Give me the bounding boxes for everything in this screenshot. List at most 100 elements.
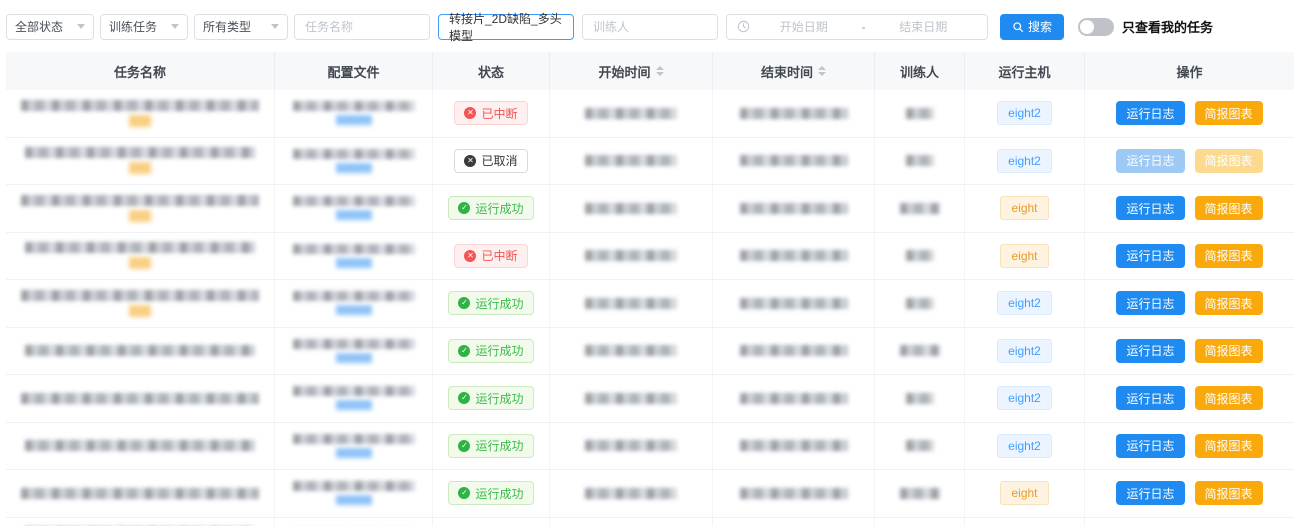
redacted-trainer bbox=[906, 108, 934, 119]
date-range-separator: - bbox=[858, 20, 870, 34]
redacted-task-name bbox=[21, 488, 259, 499]
redacted-task-name bbox=[21, 290, 259, 301]
config-file-cell bbox=[275, 375, 433, 422]
host-cell: eight bbox=[965, 470, 1085, 517]
model-name-input[interactable]: 转接片_2D缺陷_多头模型 bbox=[438, 14, 574, 40]
run-log-button[interactable]: 运行日志 bbox=[1116, 386, 1184, 410]
host-cell: eight2 bbox=[965, 138, 1085, 185]
task-name-input[interactable]: 任务名称 bbox=[294, 14, 430, 40]
column-header-actions: 操作 bbox=[1085, 52, 1294, 90]
table-row: ✓ 运行成功 eight2 运行日志 简报图表 bbox=[6, 375, 1294, 423]
redacted-config-link[interactable] bbox=[336, 305, 372, 315]
redacted-config-link[interactable] bbox=[336, 400, 372, 410]
status-select[interactable]: 全部状态 bbox=[6, 14, 94, 40]
redacted-task-name bbox=[25, 147, 255, 158]
run-log-button[interactable]: 运行日志 bbox=[1116, 339, 1184, 363]
host-tag: eight2 bbox=[997, 149, 1052, 173]
run-log-button[interactable]: 运行日志 bbox=[1116, 481, 1184, 505]
task-name-cell bbox=[6, 375, 275, 422]
status-cell: ✓ 运行成功 bbox=[433, 280, 550, 327]
chevron-down-icon bbox=[171, 24, 179, 29]
report-chart-button[interactable]: 简报图表 bbox=[1195, 244, 1263, 268]
task-type-select[interactable]: 训练任务 bbox=[100, 14, 188, 40]
report-chart-button[interactable]: 简报图表 bbox=[1195, 101, 1263, 125]
redacted-task-name bbox=[21, 393, 259, 404]
column-label: 结束时间 bbox=[761, 62, 813, 81]
task-name-cell bbox=[6, 423, 275, 470]
redacted-end-time bbox=[740, 250, 848, 261]
status-icon: ✕ bbox=[464, 250, 476, 262]
start-time-cell bbox=[550, 185, 713, 232]
redacted-task-tag bbox=[129, 115, 151, 127]
sort-icon[interactable] bbox=[818, 66, 826, 76]
column-label: 配置文件 bbox=[327, 62, 379, 81]
redacted-config-link[interactable] bbox=[336, 163, 372, 173]
run-log-button[interactable]: 运行日志 bbox=[1116, 244, 1184, 268]
end-time-cell bbox=[713, 328, 875, 375]
column-header-end-time[interactable]: 结束时间 bbox=[713, 52, 875, 90]
column-header-start-time[interactable]: 开始时间 bbox=[550, 52, 713, 90]
start-time-cell bbox=[550, 233, 713, 280]
trainer-cell bbox=[875, 518, 965, 526]
run-log-button[interactable]: 运行日志 bbox=[1116, 149, 1184, 173]
search-button[interactable]: 搜索 bbox=[1000, 14, 1064, 40]
status-icon: ✓ bbox=[458, 345, 470, 357]
redacted-end-time bbox=[740, 345, 848, 356]
report-chart-button[interactable]: 简报图表 bbox=[1195, 434, 1263, 458]
trainer-input[interactable]: 训练人 bbox=[582, 14, 718, 40]
redacted-end-time bbox=[740, 393, 848, 404]
status-label: 运行成功 bbox=[475, 342, 523, 359]
category-select[interactable]: 所有类型 bbox=[194, 14, 288, 40]
config-file-cell bbox=[275, 328, 433, 375]
report-chart-button[interactable]: 简报图表 bbox=[1195, 196, 1263, 220]
run-log-button[interactable]: 运行日志 bbox=[1116, 434, 1184, 458]
host-cell: eight2 bbox=[965, 423, 1085, 470]
end-time-cell bbox=[713, 233, 875, 280]
date-start-placeholder: 开始日期 bbox=[750, 18, 858, 35]
redacted-config-link[interactable] bbox=[336, 448, 372, 458]
run-log-button[interactable]: 运行日志 bbox=[1116, 196, 1184, 220]
redacted-config-link[interactable] bbox=[336, 210, 372, 220]
redacted-task-name bbox=[21, 100, 259, 111]
host-cell: eight2 bbox=[965, 280, 1085, 327]
report-chart-button[interactable]: 简报图表 bbox=[1195, 386, 1263, 410]
redacted-task-tag bbox=[129, 305, 151, 317]
status-badge: ✓ 运行成功 bbox=[448, 481, 533, 505]
redacted-config-name bbox=[293, 101, 415, 111]
category-select-value: 所有类型 bbox=[203, 18, 251, 35]
task-name-cell bbox=[6, 280, 275, 327]
status-icon: ✓ bbox=[458, 202, 470, 214]
status-cell: ✕ 已中断 bbox=[433, 90, 550, 137]
redacted-config-link[interactable] bbox=[336, 353, 372, 363]
redacted-config-link[interactable] bbox=[336, 115, 372, 125]
end-time-cell bbox=[713, 518, 875, 526]
actions-cell: 运行日志 简报图表 bbox=[1085, 138, 1294, 185]
sort-icon[interactable] bbox=[656, 66, 664, 76]
status-label: 已取消 bbox=[481, 152, 517, 169]
host-tag: eight2 bbox=[997, 291, 1052, 315]
report-chart-button[interactable]: 简报图表 bbox=[1195, 291, 1263, 315]
my-tasks-toggle[interactable] bbox=[1078, 18, 1114, 36]
actions-cell: 运行日志 简报图表 bbox=[1085, 328, 1294, 375]
report-chart-button[interactable]: 简报图表 bbox=[1195, 339, 1263, 363]
date-range-picker[interactable]: 开始日期 - 结束日期 bbox=[726, 14, 988, 40]
start-time-cell bbox=[550, 375, 713, 422]
run-log-button[interactable]: 运行日志 bbox=[1116, 291, 1184, 315]
start-time-cell bbox=[550, 138, 713, 185]
my-tasks-toggle-label: 只查看我的任务 bbox=[1122, 17, 1213, 36]
task-name-cell bbox=[6, 185, 275, 232]
column-header-task-name: 任务名称 bbox=[6, 52, 275, 90]
report-chart-button[interactable]: 简报图表 bbox=[1195, 149, 1263, 173]
host-tag: eight2 bbox=[997, 339, 1052, 363]
redacted-start-time bbox=[585, 440, 677, 451]
redacted-config-link[interactable] bbox=[336, 258, 372, 268]
table-row: ✓ 运行成功 eight2 运行日志 简报图表 bbox=[6, 423, 1294, 471]
redacted-trainer bbox=[900, 203, 940, 214]
run-log-button[interactable]: 运行日志 bbox=[1116, 101, 1184, 125]
host-tag: eight2 bbox=[997, 101, 1052, 125]
redacted-config-link[interactable] bbox=[336, 495, 372, 505]
start-time-cell bbox=[550, 518, 713, 526]
status-label: 运行成功 bbox=[475, 200, 523, 217]
model-name-value: 转接片_2D缺陷_多头模型 bbox=[449, 10, 563, 44]
report-chart-button[interactable]: 简报图表 bbox=[1195, 481, 1263, 505]
